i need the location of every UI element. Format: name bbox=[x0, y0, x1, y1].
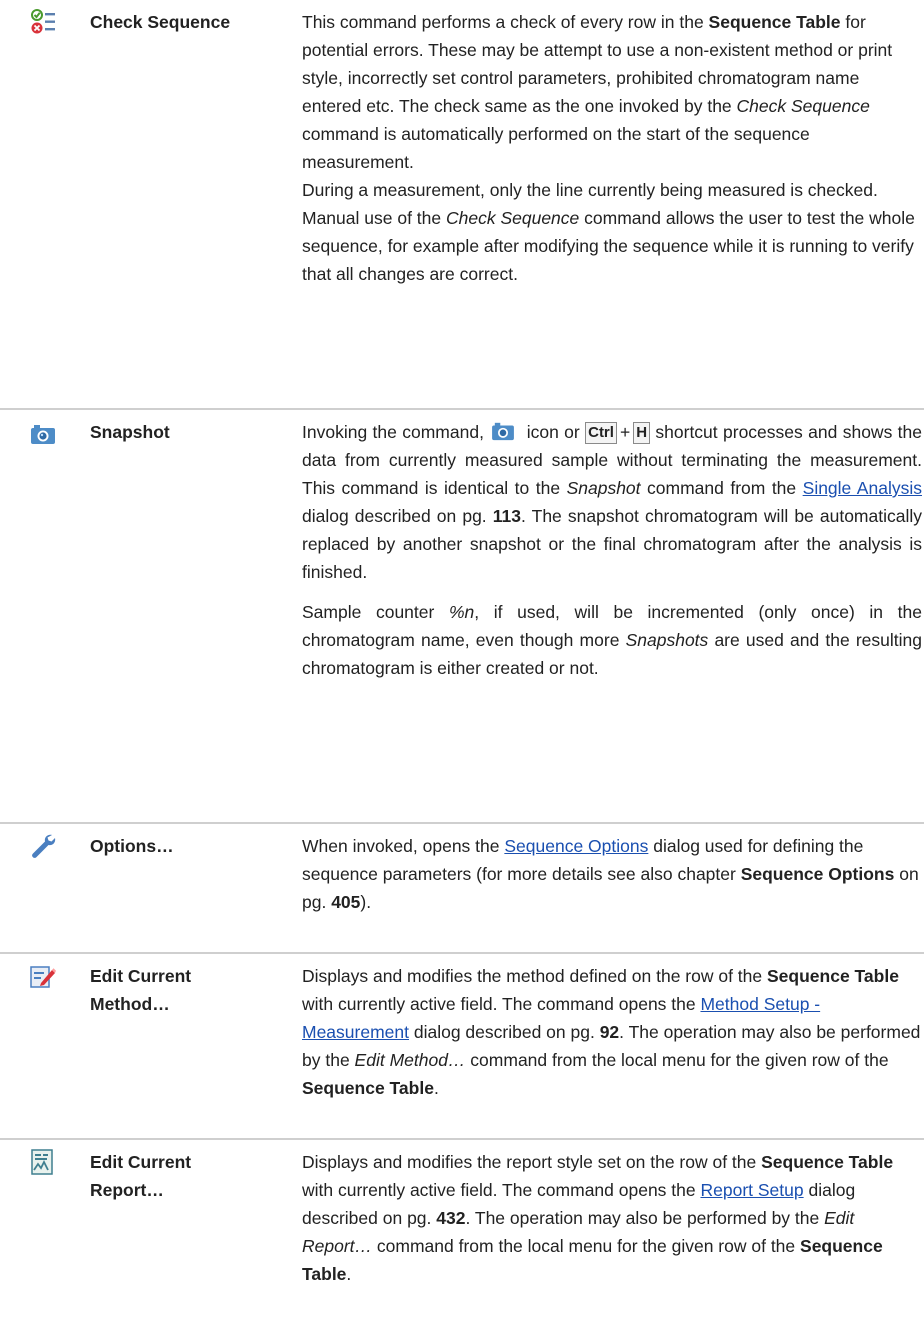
edit-method-icon bbox=[30, 966, 56, 988]
check-sequence-icon bbox=[31, 9, 55, 34]
report-setup-link[interactable]: Report Setup bbox=[700, 1180, 803, 1200]
wrench-icon bbox=[32, 834, 56, 858]
sequence-options-link[interactable]: Sequence Options bbox=[504, 836, 648, 856]
command-description: Displays and modifies the report style s… bbox=[302, 1152, 894, 1284]
command-name: Snapshot bbox=[90, 422, 170, 442]
command-description: Invoking the command, icon or Ctrl + H sho… bbox=[302, 422, 923, 678]
command-name: Check Sequence bbox=[90, 12, 231, 32]
row-separator bbox=[0, 408, 924, 410]
row-separator bbox=[0, 822, 924, 824]
edit-report-icon bbox=[31, 1149, 53, 1175]
command-description: Displays and modifies the method defined… bbox=[302, 966, 921, 1098]
command-name: Edit Current Method… bbox=[90, 966, 192, 1014]
camera-icon bbox=[492, 422, 515, 441]
command-name: Options… bbox=[90, 836, 174, 856]
row-separator bbox=[0, 1138, 924, 1140]
command-name: Edit Current Report… bbox=[90, 1152, 192, 1200]
command-description: When invoked, opens the Sequence Options… bbox=[302, 836, 919, 912]
row-separator bbox=[0, 952, 924, 954]
camera-icon bbox=[31, 425, 55, 444]
ctrl-key: Ctrl bbox=[585, 422, 617, 444]
h-key: H bbox=[633, 422, 651, 444]
single-analysis-link[interactable]: Single Analysis bbox=[803, 478, 922, 498]
command-description: This command performs a check of every r… bbox=[302, 12, 915, 284]
